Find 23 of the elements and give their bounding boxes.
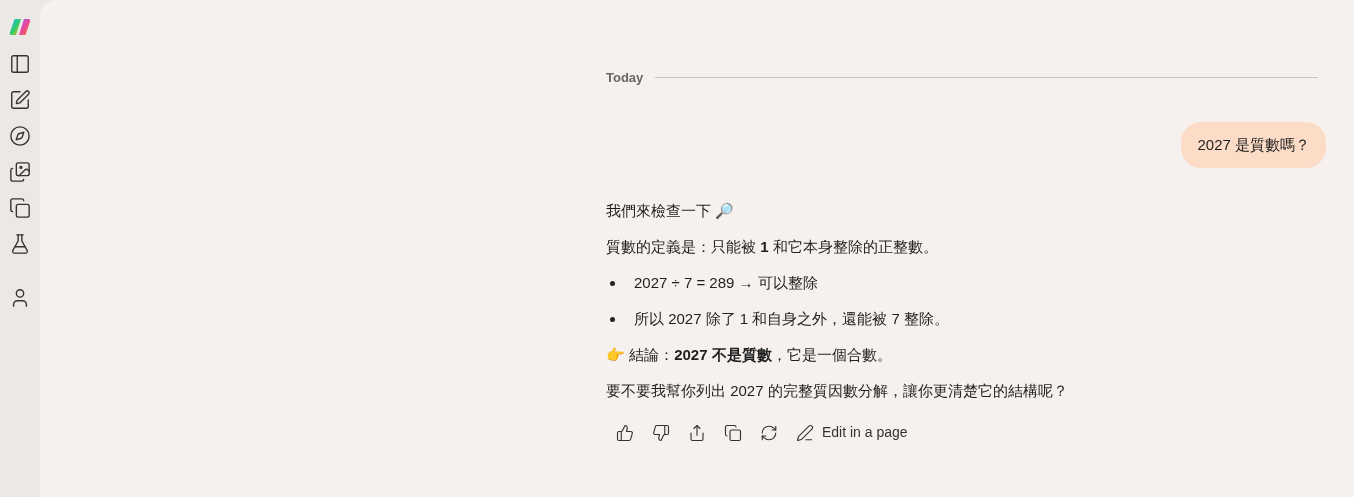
compass-icon[interactable] <box>9 125 31 147</box>
reply-paragraph: 質數的定義是：只能被 1 和它本身整除的正整數。 <box>606 237 939 257</box>
regenerate-icon[interactable] <box>760 423 778 442</box>
sidebar-toggle-icon[interactable] <box>9 53 31 75</box>
reply-paragraph: 我們來檢查一下 🔎 <box>606 201 736 221</box>
new-chat-icon[interactable] <box>9 89 31 111</box>
flask-icon[interactable] <box>9 233 31 255</box>
thumbs-down-icon[interactable] <box>652 423 670 442</box>
images-icon[interactable] <box>9 161 31 183</box>
copy-icon[interactable] <box>724 423 742 442</box>
bullet-icon <box>610 316 615 322</box>
bullet-text: 2027 ÷ 7 = 289 → 可以整除 <box>634 273 818 293</box>
pages-icon[interactable] <box>9 197 31 219</box>
pen-icon <box>796 423 814 442</box>
share-icon[interactable] <box>688 423 706 442</box>
date-divider-label: Today <box>606 69 644 87</box>
thumbs-up-icon[interactable] <box>616 423 634 442</box>
bullet-text: 所以 2027 除了 1 和自身之外，還能被 7 整除。 <box>634 309 950 329</box>
reply-paragraph: 👉 結論：2027 不是質數，它是一個合數。 <box>606 345 893 365</box>
edit-in-page-button[interactable]: Edit in a page <box>796 422 908 443</box>
user-message-bubble: 2027 是質數嗎？ <box>1181 121 1326 168</box>
reply-paragraph: 要不要我幫你列出 2027 的完整質因數分解，讓你更清楚它的結構呢？ <box>606 381 1069 401</box>
bullet-icon <box>610 280 615 286</box>
